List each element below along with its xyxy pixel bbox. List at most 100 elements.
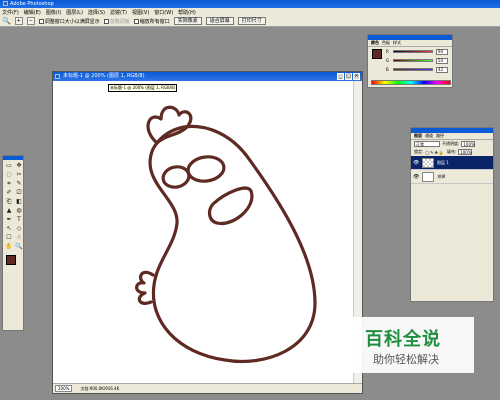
color-label-g: G xyxy=(386,58,390,63)
path-select-tool-icon[interactable]: ↖ xyxy=(4,224,14,233)
resize-window-option[interactable]: 调整窗口大小以满屏显示 xyxy=(38,18,100,25)
resize-window-label: 调整窗口大小以满屏显示 xyxy=(44,18,100,25)
menu-image[interactable]: 图像(I) xyxy=(46,9,61,16)
eye-icon[interactable]: 👁 xyxy=(413,160,419,166)
type-tool-icon[interactable]: T xyxy=(14,215,24,224)
red-slider[interactable] xyxy=(393,50,433,53)
green-value-input[interactable]: 54 xyxy=(436,57,448,64)
menu-select[interactable]: 选择(S) xyxy=(88,9,105,16)
ignore-palettes-checkbox[interactable] xyxy=(103,18,109,24)
color-row-g: G 54 xyxy=(368,56,452,65)
maximize-button[interactable]: □ xyxy=(345,73,352,80)
color-row-r: R 94 xyxy=(368,47,452,56)
ignore-palettes-option[interactable]: 忽略调板 xyxy=(103,18,130,25)
gradient-tool-icon[interactable]: ▲ xyxy=(4,206,14,215)
color-swatches xyxy=(3,254,23,270)
zoom-in-button[interactable]: + xyxy=(14,17,23,25)
menu-filter[interactable]: 滤镜(T) xyxy=(110,9,127,16)
tool-grid: ▭ ✥ ◌ ✂ ⌗ ✎ ✐ ⎚ ⎗ ◧ ▲ ◍ ✒ T ↖ ◇ ☐ ☝ ✋ 🔍 xyxy=(3,160,23,252)
layer-name: 图层 1 xyxy=(437,159,449,165)
menu-view[interactable]: 视图(V) xyxy=(132,9,149,16)
blend-mode-select[interactable]: 正常 xyxy=(414,141,440,147)
color-label-r: R xyxy=(386,49,389,54)
document-tooltip: 未标题-1 @ 200% (图层 1, RGB/8) xyxy=(108,84,178,92)
marquee-tool-icon[interactable]: ▭ xyxy=(4,161,14,170)
tab-swatches[interactable]: 色板 xyxy=(382,40,390,46)
blue-value-input[interactable]: 42 xyxy=(436,66,448,73)
crop-tool-icon[interactable]: ✂ xyxy=(14,170,24,179)
zoom-all-option[interactable]: 缩放所有窗口 xyxy=(133,18,170,25)
menu-help[interactable]: 帮助(H) xyxy=(178,9,196,16)
character-right-eye xyxy=(186,155,226,183)
zoom-tool-icon: 🔍 xyxy=(2,17,11,25)
color-ramp[interactable] xyxy=(371,80,451,85)
layer-row-layer1[interactable]: 👁 图层 1 xyxy=(411,156,493,170)
zoom-all-label: 缩放所有窗口 xyxy=(139,18,170,25)
layer-thumbnail xyxy=(422,171,434,182)
color-panel-tabs: 颜色 色板 样式 xyxy=(368,40,452,47)
brush-tool-icon[interactable]: ✎ xyxy=(14,179,24,188)
resize-window-checkbox[interactable] xyxy=(38,18,44,24)
history-brush-icon[interactable]: ⎗ xyxy=(4,197,14,206)
menu-bar: 文件(F) 编辑(E) 图像(I) 图层(L) 选择(S) 滤镜(T) 视图(V… xyxy=(0,8,500,16)
lock-row: 锁定: ▢✎✥🔒 填充: 100% xyxy=(411,148,493,156)
pen-tool-icon[interactable]: ✒ xyxy=(4,215,14,224)
color-row-b: B 42 xyxy=(368,65,452,74)
green-slider[interactable] xyxy=(393,59,433,62)
menu-file[interactable]: 文件(F) xyxy=(2,9,19,16)
document-window: 未标题-1 @ 200% (图层 1, RGB/8) _ □ × 200% 文档… xyxy=(52,71,363,394)
eyedropper-tool-icon[interactable]: ☝ xyxy=(14,233,24,242)
cartoon-drawing xyxy=(135,105,317,364)
eye-icon[interactable]: 👁 xyxy=(413,174,419,180)
watermark-title: 百科全说 xyxy=(365,329,441,350)
stamp-tool-icon[interactable]: ⎚ xyxy=(14,188,24,197)
lock-label: 锁定: xyxy=(414,149,424,154)
move-tool-icon[interactable]: ✥ xyxy=(14,161,24,170)
document-titlebar[interactable]: 未标题-1 @ 200% (图层 1, RGB/8) _ □ × xyxy=(53,72,362,81)
watermark-logo: 百科全说 助你轻松解决 xyxy=(343,317,474,373)
photoshop-icon xyxy=(3,1,8,6)
tab-color[interactable]: 颜色 xyxy=(371,40,379,46)
menu-window[interactable]: 窗口(W) xyxy=(154,9,173,16)
slice-tool-icon[interactable]: ⌗ xyxy=(4,179,14,188)
layer-row-background[interactable]: 👁 背景 xyxy=(411,170,493,184)
zoom-all-checkbox[interactable] xyxy=(133,18,139,24)
zoom-level[interactable]: 200% xyxy=(55,385,73,392)
doc-size-info[interactable]: 文档:900.0K/916.4K xyxy=(80,386,119,392)
tab-paths[interactable]: 路径 xyxy=(436,133,444,139)
character-mouth xyxy=(207,186,254,226)
zoom-tool-icon[interactable]: 🔍 xyxy=(14,242,24,251)
foreground-color-swatch[interactable] xyxy=(6,255,16,265)
character-left-eye xyxy=(161,165,191,189)
minimize-button[interactable]: _ xyxy=(337,73,344,80)
tab-channels[interactable]: 通道 xyxy=(425,133,433,139)
actual-pixels-button[interactable]: 实际像素 xyxy=(173,17,202,25)
shape-tool-icon[interactable]: ◇ xyxy=(14,224,24,233)
watermark-subtitle: 助你轻松解决 xyxy=(373,353,439,366)
red-value-input[interactable]: 94 xyxy=(436,48,448,55)
opacity-label: 不透明度: xyxy=(442,141,460,146)
hand-tool-icon[interactable]: ✋ xyxy=(4,242,14,251)
eraser-tool-icon[interactable]: ◧ xyxy=(14,197,24,206)
zoom-out-button[interactable]: − xyxy=(26,17,35,25)
lasso-tool-icon[interactable]: ◌ xyxy=(4,170,14,179)
menu-layer[interactable]: 图层(L) xyxy=(66,9,83,16)
layer-name: 背景 xyxy=(437,173,445,179)
menu-edit[interactable]: 编辑(E) xyxy=(24,9,41,16)
blue-slider[interactable] xyxy=(393,68,433,71)
tools-panel: ▭ ✥ ◌ ✂ ⌗ ✎ ✐ ⎚ ⎗ ◧ ▲ ◍ ✒ T ↖ ◇ ☐ ☝ ✋ 🔍 xyxy=(2,155,24,331)
pencil-tool-icon[interactable]: ✐ xyxy=(4,188,14,197)
notes-tool-icon[interactable]: ☐ xyxy=(4,233,14,242)
tab-styles[interactable]: 样式 xyxy=(393,40,401,46)
print-size-button[interactable]: 打印尺寸 xyxy=(237,17,266,25)
opacity-input[interactable]: 100% xyxy=(461,141,476,147)
blur-tool-icon[interactable]: ◍ xyxy=(14,206,24,215)
lock-icons[interactable]: ▢✎✥🔒 xyxy=(425,150,444,155)
canvas[interactable] xyxy=(53,81,355,385)
fit-screen-button[interactable]: 适合屏幕 xyxy=(205,17,234,25)
options-bar: 🔍 + − 调整窗口大小以满屏显示 忽略调板 缩放所有窗口 实际像素 适合屏幕 … xyxy=(0,16,500,27)
character-hair-tuft xyxy=(146,105,193,145)
close-button[interactable]: × xyxy=(353,73,360,80)
fill-input[interactable]: 100% xyxy=(458,149,473,155)
tab-layers[interactable]: 图层 xyxy=(414,133,422,139)
